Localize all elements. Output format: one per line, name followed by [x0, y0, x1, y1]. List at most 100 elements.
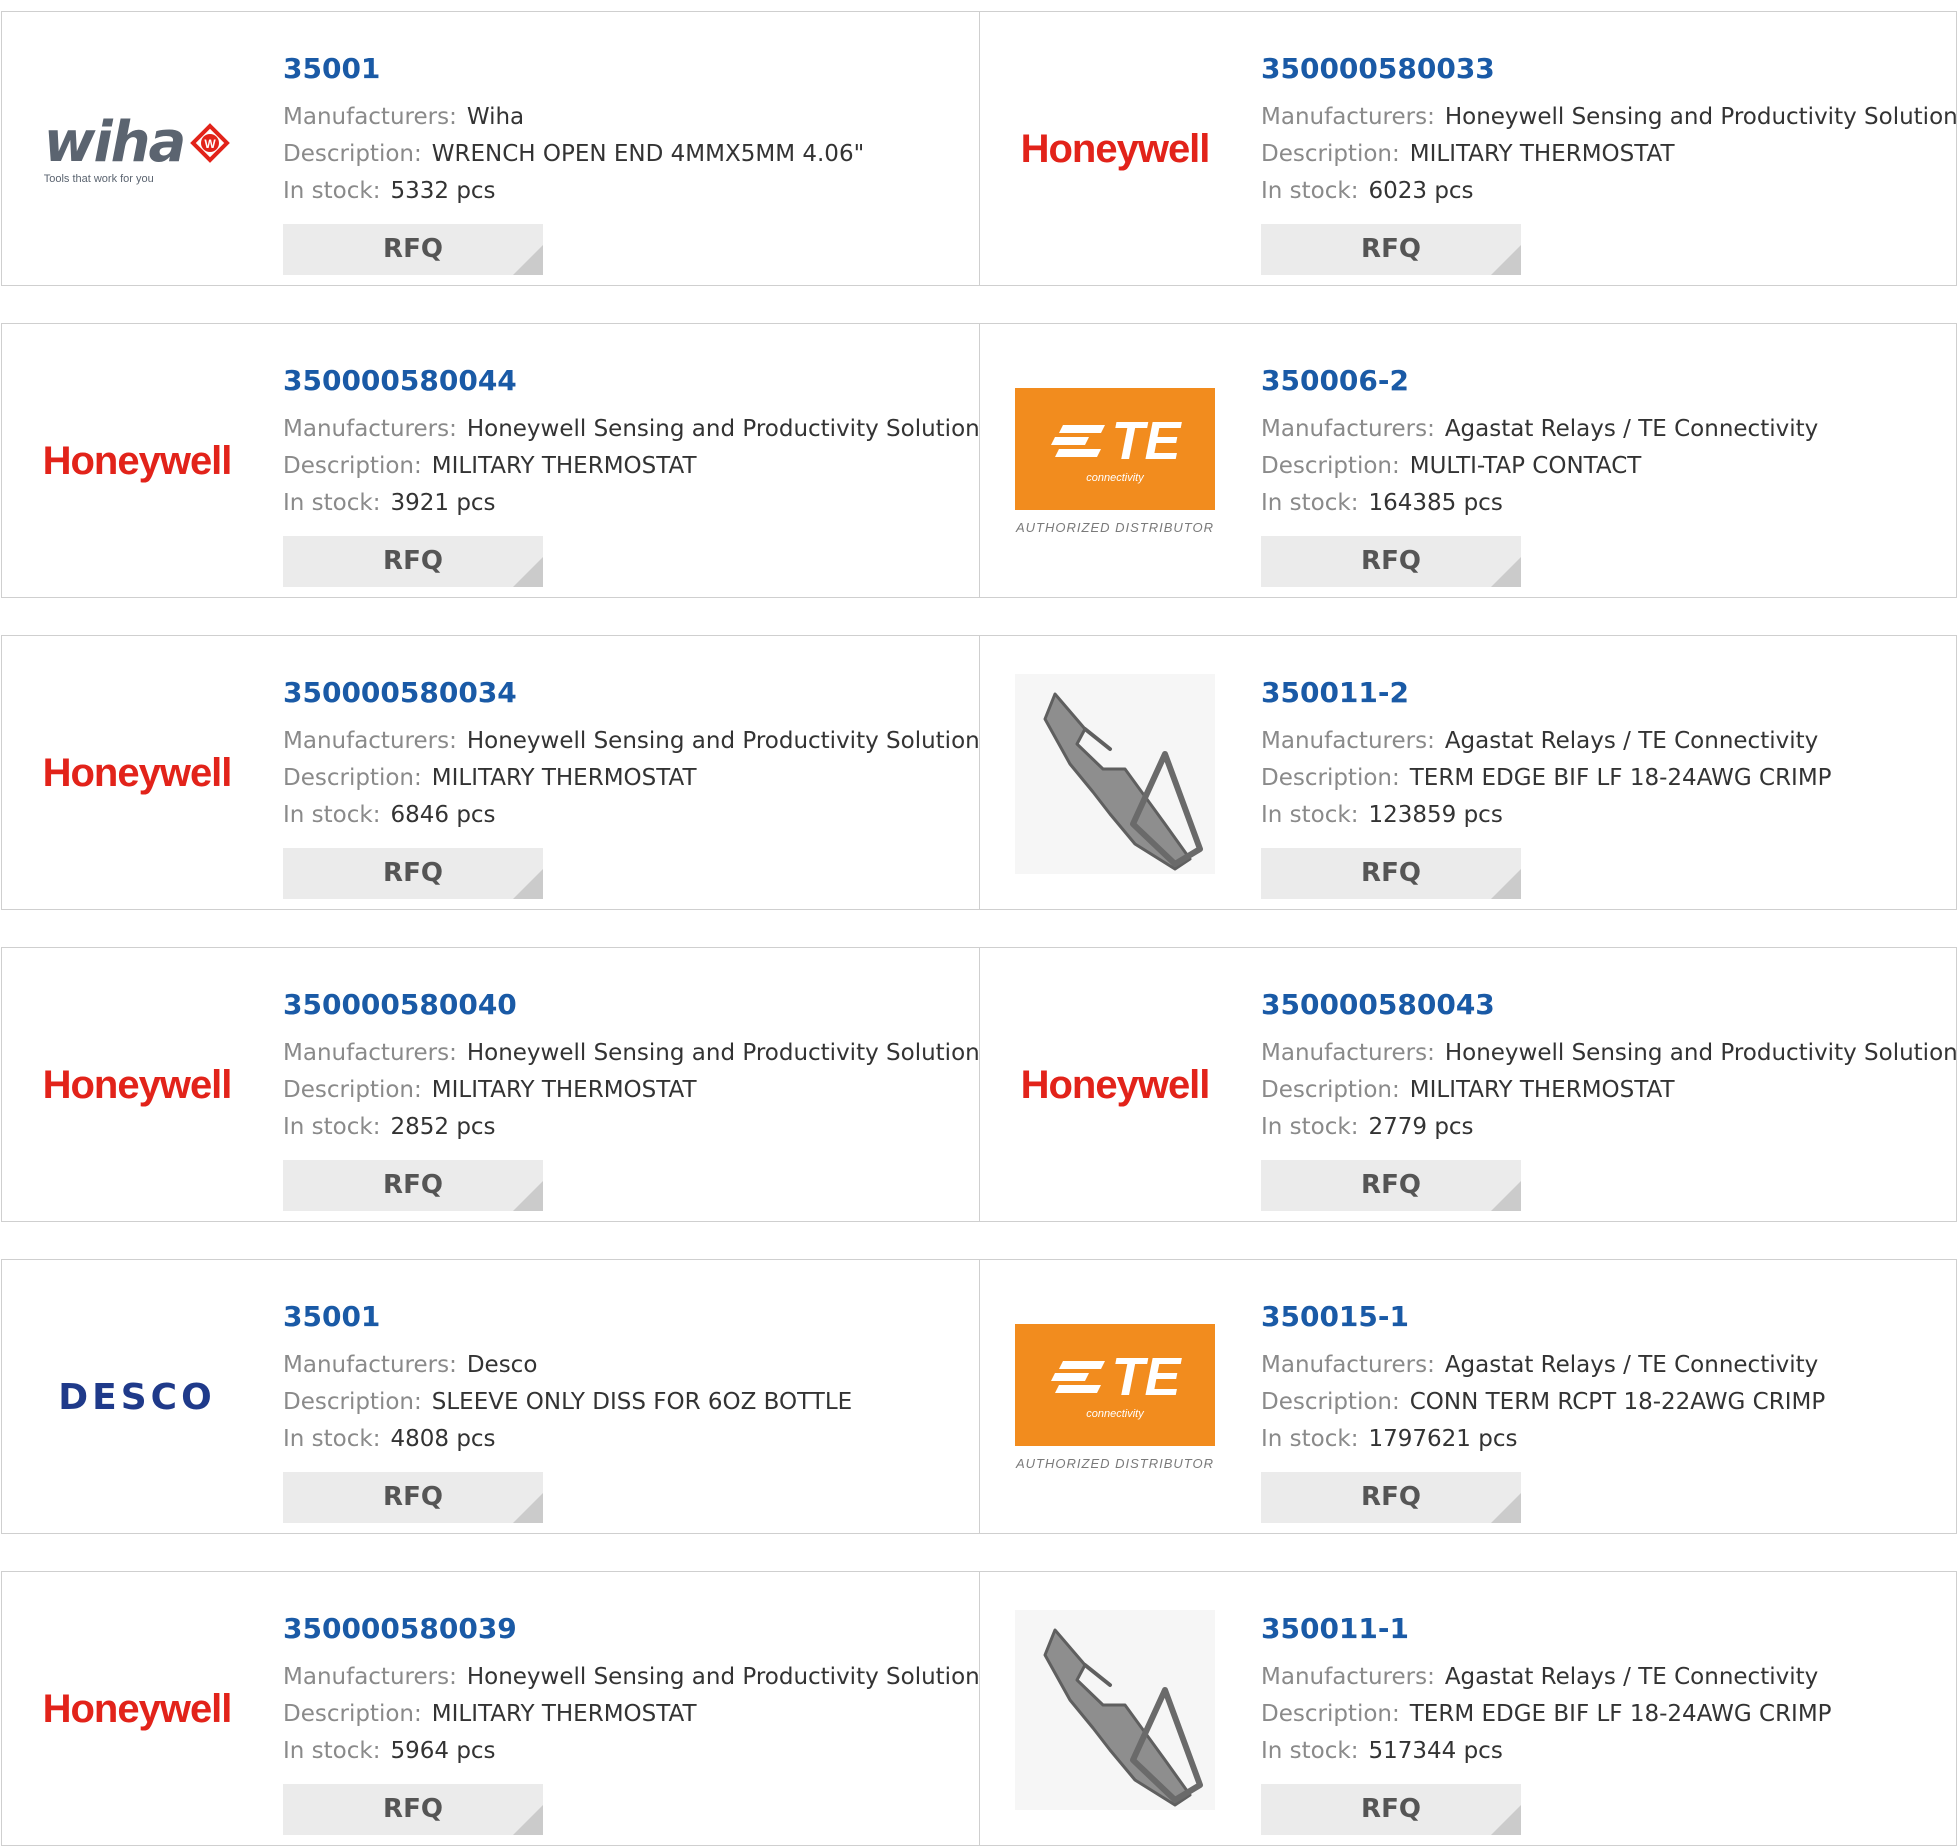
manufacturer-logo: Honeywell	[32, 686, 242, 861]
part-number-link[interactable]: 350000580033	[1261, 52, 1495, 85]
manufacturer-logo: Honeywell	[32, 374, 242, 549]
rfq-button[interactable]: RFQ	[1261, 1160, 1521, 1211]
manufacturer-label: Manufacturers:	[283, 1352, 457, 1378]
description-label: Description:	[283, 765, 422, 791]
part-number-link[interactable]: 35001	[283, 1300, 380, 1333]
description-line: Description: SLEEVE ONLY DISS FOR 6OZ BOT…	[283, 1389, 852, 1415]
rfq-button[interactable]: RFQ	[1261, 1784, 1521, 1835]
part-number-link[interactable]: 350000580040	[283, 988, 517, 1021]
part-number-link[interactable]: 35001	[283, 52, 380, 85]
terminal-contact-image	[1015, 1609, 1215, 1810]
manufacturer-line: Manufacturers: Agastat Relays / TE Connec…	[1261, 1664, 1818, 1690]
rfq-button[interactable]: RFQ	[283, 224, 543, 275]
manufacturer-logo: wiha W Tools that work for you	[32, 62, 242, 237]
rfq-label: RFQ	[1361, 546, 1421, 576]
stock-line: In stock: 3921 pcs	[283, 490, 496, 516]
part-number-link[interactable]: 350006-2	[1261, 364, 1409, 397]
rfq-button[interactable]: RFQ	[283, 1784, 543, 1835]
rfq-label: RFQ	[1361, 858, 1421, 888]
stock-label: In stock:	[283, 802, 381, 828]
corner-triangle-icon	[1491, 245, 1521, 275]
manufacturer-line: Manufacturers: Agastat Relays / TE Connec…	[1261, 416, 1818, 442]
rfq-label: RFQ	[383, 1170, 443, 1200]
wiha-emblem-icon: W	[190, 122, 231, 163]
rfq-button[interactable]: RFQ	[1261, 1472, 1521, 1523]
te-logo: TE connectivity AUTHORIZED DISTRIBUTOR	[1015, 1324, 1215, 1471]
manufacturer-label: Manufacturers:	[1261, 1664, 1435, 1690]
manufacturer-label: Manufacturers:	[283, 728, 457, 754]
manufacturer-value: Honeywell Sensing and Productivity Solut…	[466, 728, 980, 754]
manufacturer-value: Honeywell Sensing and Productivity Solut…	[466, 416, 980, 442]
stock-label: In stock:	[283, 1426, 381, 1452]
description-line: Description: MILITARY THERMOSTAT	[283, 1077, 697, 1103]
description-value: MILITARY THERMOSTAT	[1409, 1077, 1675, 1103]
honeywell-logo: Honeywell	[42, 1063, 233, 1107]
stock-value: 123859 pcs	[1368, 802, 1503, 828]
part-number-link[interactable]: 350000580044	[283, 364, 517, 397]
description-value: CONN TERM RCPT 18-22AWG CRIMP	[1409, 1389, 1826, 1415]
description-label: Description:	[283, 141, 422, 167]
rfq-label: RFQ	[383, 546, 443, 576]
stock-label: In stock:	[1261, 178, 1359, 204]
manufacturer-label: Manufacturers:	[283, 1664, 457, 1690]
product-card: DESCO 35001 Manufacturers: Desco Description…	[1, 1259, 980, 1534]
rfq-label: RFQ	[383, 234, 443, 264]
stock-value: 3921 pcs	[390, 490, 496, 516]
manufacturer-value: Agastat Relays / TE Connectivity	[1444, 1352, 1819, 1378]
part-number-link[interactable]: 350000580034	[283, 676, 517, 709]
description-line: Description: MILITARY THERMOSTAT	[283, 1701, 697, 1727]
corner-triangle-icon	[1491, 1805, 1521, 1835]
stock-label: In stock:	[1261, 490, 1359, 516]
description-label: Description:	[1261, 1701, 1400, 1727]
part-number-link[interactable]: 350000580039	[283, 1612, 517, 1645]
rfq-label: RFQ	[383, 858, 443, 888]
stock-value: 2779 pcs	[1368, 1114, 1474, 1140]
description-line: Description: CONN TERM RCPT 18-22AWG CRIM…	[1261, 1389, 1825, 1415]
part-number-link[interactable]: 350011-2	[1261, 676, 1409, 709]
stock-value: 4808 pcs	[390, 1426, 496, 1452]
rfq-label: RFQ	[383, 1482, 443, 1512]
manufacturer-line: Manufacturers: Honeywell Sensing and Prod…	[1261, 104, 1956, 130]
authorized-distributor-badge: AUTHORIZED DISTRIBUTOR	[1016, 520, 1214, 535]
rfq-button[interactable]: RFQ	[283, 1472, 543, 1523]
stock-line: In stock: 5964 pcs	[283, 1738, 496, 1764]
manufacturer-logo	[1010, 673, 1220, 874]
manufacturer-logo: Honeywell	[1010, 62, 1220, 237]
manufacturer-value: Honeywell Sensing and Productivity Solut…	[466, 1664, 980, 1690]
part-number-link[interactable]: 350000580043	[1261, 988, 1495, 1021]
corner-triangle-icon	[513, 1493, 543, 1523]
description-value: MILITARY THERMOSTAT	[431, 765, 697, 791]
te-wordmark: TE	[1111, 1347, 1181, 1407]
corner-triangle-icon	[513, 1805, 543, 1835]
rfq-button[interactable]: RFQ	[1261, 536, 1521, 587]
product-card: wiha W Tools that work for you 35001 Manufac…	[1, 11, 980, 286]
manufacturer-logo: DESCO	[32, 1310, 242, 1485]
rfq-button[interactable]: RFQ	[1261, 224, 1521, 275]
svg-text:W: W	[205, 137, 217, 151]
description-value: MILITARY THERMOSTAT	[431, 1701, 697, 1727]
stock-label: In stock:	[283, 178, 381, 204]
description-line: Description: TERM EDGE BIF LF 18-24AWG CR…	[1261, 765, 1832, 791]
stock-label: In stock:	[1261, 1114, 1359, 1140]
te-subtitle: connectivity	[1086, 1408, 1144, 1420]
part-number-link[interactable]: 350015-1	[1261, 1300, 1409, 1333]
manufacturer-logo: TE connectivity AUTHORIZED DISTRIBUTOR	[1010, 374, 1220, 549]
stock-line: In stock: 164385 pcs	[1261, 490, 1503, 516]
rfq-label: RFQ	[383, 1794, 443, 1824]
wiha-wordmark: wiha	[43, 109, 187, 175]
manufacturer-value: Agastat Relays / TE Connectivity	[1444, 728, 1819, 754]
stock-line: In stock: 4808 pcs	[283, 1426, 496, 1452]
honeywell-logo: Honeywell	[42, 751, 233, 795]
product-card: 350011-1 Manufacturers: Agastat Relays / T…	[979, 1571, 1957, 1846]
description-value: SLEEVE ONLY DISS FOR 6OZ BOTTLE	[431, 1389, 853, 1415]
rfq-button[interactable]: RFQ	[1261, 848, 1521, 899]
corner-triangle-icon	[1491, 1181, 1521, 1211]
corner-triangle-icon	[513, 557, 543, 587]
rfq-button[interactable]: RFQ	[283, 536, 543, 587]
rfq-button[interactable]: RFQ	[283, 1160, 543, 1211]
manufacturer-label: Manufacturers:	[1261, 1040, 1435, 1066]
rfq-button[interactable]: RFQ	[283, 848, 543, 899]
manufacturer-logo	[1010, 1609, 1220, 1810]
part-number-link[interactable]: 350011-1	[1261, 1612, 1409, 1645]
product-row: Honeywell 350000580039 Manufacturers: Honey…	[0, 1571, 1957, 1846]
